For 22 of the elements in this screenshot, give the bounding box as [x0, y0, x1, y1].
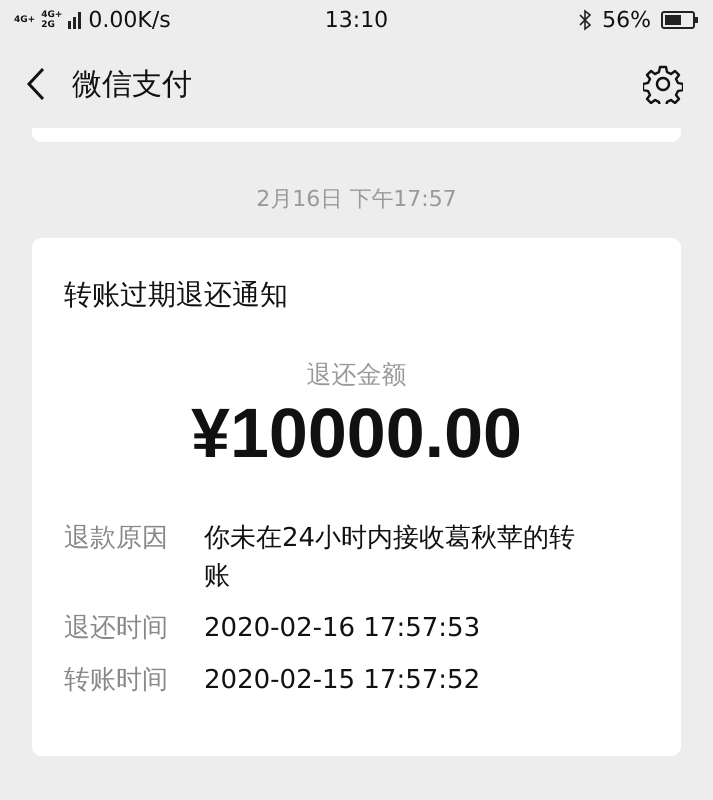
network-label: 2G — [41, 20, 56, 30]
back-icon[interactable] — [26, 67, 46, 101]
battery-percent: 56% — [602, 8, 651, 32]
settings-icon[interactable] — [643, 64, 683, 104]
detail-label: 退还时间 — [64, 612, 169, 645]
notice-title: 转账过期退还通知 — [64, 277, 289, 313]
detail-value: 2020-02-15 17:57:52 — [204, 664, 482, 697]
bluetooth-icon — [578, 9, 592, 31]
page-title: 微信支付 — [72, 66, 193, 104]
network-label: 4G+ — [14, 15, 36, 25]
detail-label: 转账时间 — [64, 664, 169, 697]
network-speed: 0.00K/s — [88, 8, 171, 32]
detail-label: 退款原因 — [64, 522, 169, 555]
refund-amount: ¥10000.00 — [190, 393, 523, 473]
clock: 13:10 — [324, 8, 388, 32]
message-time: 2月16日 下午17:57 — [256, 187, 457, 212]
amount-label: 退还金额 — [306, 359, 408, 391]
network-label: 4G+ — [41, 10, 62, 20]
battery-icon — [660, 11, 699, 29]
signal-icon — [68, 11, 82, 29]
detail-value: 你未在24小时内接收葛秋苹的转账 — [204, 522, 576, 593]
detail-value: 2020-02-16 17:57:53 — [204, 612, 482, 645]
